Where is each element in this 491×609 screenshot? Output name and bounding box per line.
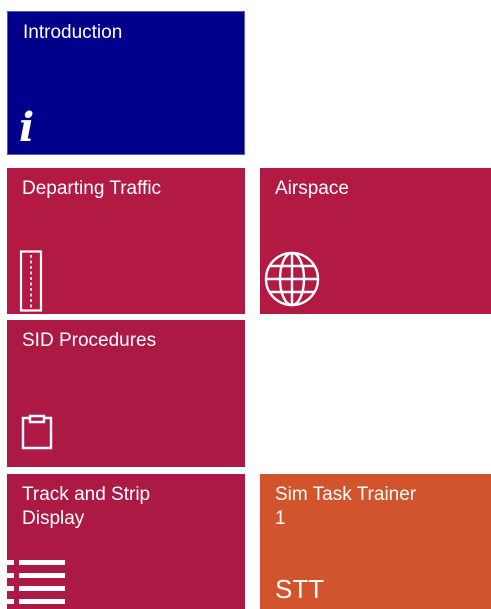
list-icon — [7, 560, 65, 604]
tile-airspace[interactable]: Airspace — [260, 168, 491, 314]
tile-track-and-strip-label: Track and Strip Display — [22, 484, 151, 529]
tile-sim-task-trainer-1[interactable]: Sim Task Trainer 1 STT — [260, 474, 491, 609]
tile-airspace-label: Airspace — [275, 178, 349, 199]
clipboard-icon — [21, 414, 53, 450]
info-icon: i — [19, 104, 35, 151]
tile-sim-task-trainer-label: Sim Task Trainer 1 — [275, 484, 417, 529]
stt-text-icon: STT — [275, 574, 325, 604]
tile-departing-traffic[interactable]: Departing Traffic — [7, 168, 245, 314]
tile-track-and-strip-display[interactable]: Track and Strip Display — [7, 474, 245, 609]
tile-introduction-label: Introduction — [23, 22, 123, 43]
tile-sid-procedures-label: SID Procedures — [22, 330, 157, 351]
runway-strip-icon — [19, 250, 43, 312]
tile-introduction[interactable]: Introduction i — [7, 11, 245, 155]
tile-departing-traffic-label: Departing Traffic — [22, 178, 162, 199]
tile-sid-procedures[interactable]: SID Procedures — [7, 320, 245, 467]
globe-icon — [264, 251, 320, 307]
